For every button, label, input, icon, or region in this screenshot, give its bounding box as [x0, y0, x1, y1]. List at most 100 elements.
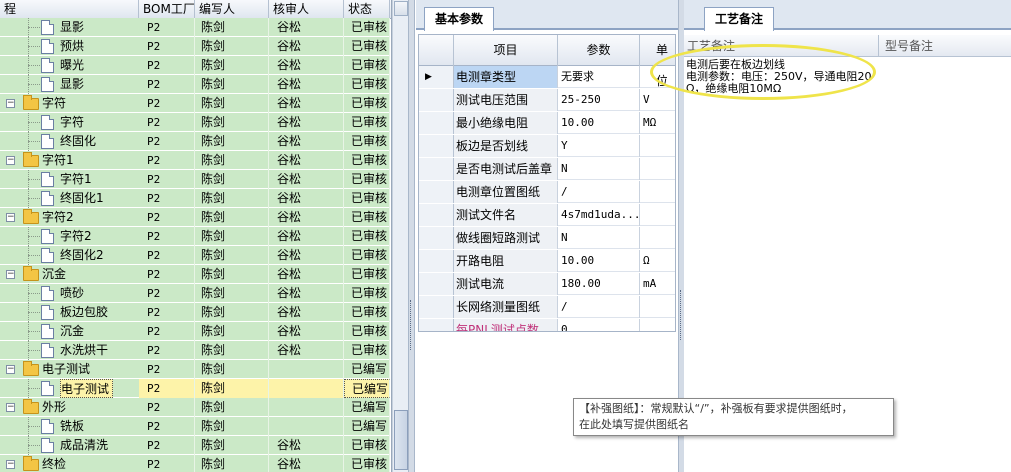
- tree-folder-row[interactable]: − 电子测试 P2 陈剑 已编写: [0, 360, 390, 379]
- tree-folder-row[interactable]: − 字符2 P2 陈剑 谷松 已审核: [0, 208, 390, 227]
- tree-connector: [28, 246, 29, 265]
- row-indicator[interactable]: ▶: [419, 66, 454, 88]
- param-value[interactable]: 0: [558, 319, 640, 331]
- collapse-toggle-icon[interactable]: −: [6, 403, 15, 412]
- param-value[interactable]: 无要求: [558, 66, 640, 88]
- row-indicator[interactable]: [419, 181, 454, 203]
- params-grid[interactable]: 项目 参数 单位 ▶ 电测章类型 无要求 测试电压范围 25-250 V 最小绝缘电阻 10.…: [418, 34, 676, 332]
- row-indicator[interactable]: [419, 135, 454, 157]
- collapse-toggle-icon[interactable]: −: [6, 213, 15, 222]
- param-row[interactable]: 每PNL测试点数 0: [419, 319, 675, 331]
- tree-connector: [28, 388, 40, 389]
- tree-folder-row[interactable]: − 外形 P2 陈剑 已编写: [0, 398, 390, 417]
- param-value[interactable]: N: [558, 227, 640, 249]
- param-value[interactable]: 25-250: [558, 89, 640, 111]
- tree-row[interactable]: 终固化2 P2 陈剑 谷松 已审核: [0, 246, 390, 265]
- scroll-thumb[interactable]: [394, 410, 408, 470]
- param-value[interactable]: 10.00: [558, 112, 640, 134]
- col-value-header[interactable]: 参数: [558, 35, 640, 66]
- tree-row[interactable]: 成品清洗 P2 陈剑 谷松 已审核: [0, 436, 390, 455]
- document-icon: [41, 229, 54, 244]
- scroll-up-arrow-icon[interactable]: [394, 1, 408, 16]
- bom-cell: P2: [139, 208, 195, 227]
- tree-row[interactable]: 板边包胶 P2 陈剑 谷松 已审核: [0, 303, 390, 322]
- param-value[interactable]: 180.00: [558, 273, 640, 295]
- row-indicator[interactable]: [419, 296, 454, 318]
- tree-folder-row[interactable]: − 字符 P2 陈剑 谷松 已审核: [0, 94, 390, 113]
- tree-row[interactable]: 电子测试 P2 陈剑 已编写: [0, 379, 390, 398]
- collapse-toggle-icon[interactable]: −: [6, 156, 15, 165]
- col-bom-header[interactable]: BOM工厂: [139, 0, 195, 19]
- tab-basic-params[interactable]: 基本参数: [424, 7, 495, 31]
- tree-row[interactable]: 水洗烘干 P2 陈剑 谷松 已审核: [0, 341, 390, 360]
- tree-connector: [28, 445, 40, 446]
- param-row[interactable]: ▶ 电测章类型 无要求: [419, 66, 675, 88]
- row-indicator[interactable]: [419, 204, 454, 226]
- param-row[interactable]: 测试电流 180.00 mA: [419, 273, 675, 295]
- param-row[interactable]: 电测章位置图纸 /: [419, 181, 675, 203]
- param-value[interactable]: 10.00: [558, 250, 640, 272]
- param-value[interactable]: /: [558, 181, 640, 203]
- tree-folder-row[interactable]: − 沉金 P2 陈剑 谷松 已审核: [0, 265, 390, 284]
- col-item-header[interactable]: 项目: [454, 35, 558, 66]
- param-row[interactable]: 开路电阻 10.00 Ω: [419, 250, 675, 272]
- row-indicator[interactable]: [419, 319, 454, 331]
- tree-row[interactable]: 沉金 P2 陈剑 谷松 已审核: [0, 322, 390, 341]
- row-indicator[interactable]: [419, 250, 454, 272]
- collapse-toggle-icon[interactable]: −: [6, 460, 15, 469]
- col-model-notes-header[interactable]: 型号备注: [882, 35, 1011, 57]
- tree-folder-row[interactable]: − 终检 P2 陈剑 谷松 已审核: [0, 455, 390, 472]
- tab-process-notes[interactable]: 工艺备注: [704, 7, 775, 31]
- row-indicator[interactable]: [419, 89, 454, 111]
- col-reviewer-header[interactable]: 核审人: [269, 0, 344, 19]
- tree-row[interactable]: 字符 P2 陈剑 谷松 已审核: [0, 113, 390, 132]
- reviewer-cell: 谷松: [269, 246, 344, 265]
- tree-row[interactable]: 字符2 P2 陈剑 谷松 已审核: [0, 227, 390, 246]
- folder-icon: [23, 95, 39, 110]
- param-row[interactable]: 测试电压范围 25-250 V: [419, 89, 675, 111]
- tree-row[interactable]: 曝光 P2 陈剑 谷松 已审核: [0, 56, 390, 75]
- left-splitter[interactable]: [408, 0, 415, 472]
- author-cell: 陈剑: [195, 265, 269, 284]
- row-indicator[interactable]: [419, 227, 454, 249]
- tree-node-label: 曝光: [60, 58, 85, 72]
- tree-row[interactable]: 预烘 P2 陈剑 谷松 已审核: [0, 37, 390, 56]
- row-indicator[interactable]: [419, 112, 454, 134]
- row-indicator[interactable]: [419, 273, 454, 295]
- param-row[interactable]: 测试文件名 4s7md1uda...: [419, 204, 675, 226]
- param-value[interactable]: /: [558, 296, 640, 318]
- tree-row[interactable]: 终固化1 P2 陈剑 谷松 已审核: [0, 189, 390, 208]
- tree-folder-row[interactable]: − 字符1 P2 陈剑 谷松 已审核: [0, 151, 390, 170]
- row-indicator[interactable]: [419, 158, 454, 180]
- param-value[interactable]: Y: [558, 135, 640, 157]
- document-icon: [41, 115, 54, 130]
- param-row[interactable]: 最小绝缘电阻 10.00 MΩ: [419, 112, 675, 134]
- process-tree-grid[interactable]: 程 BOM工厂 编写人 核审人 状态 显影 P2 陈剑 谷松 已审核 预烘 P2 陈剑 谷松 已审…: [0, 0, 392, 472]
- param-value[interactable]: 4s7md1uda...: [558, 204, 640, 226]
- collapse-toggle-icon[interactable]: −: [6, 365, 15, 374]
- tree-row[interactable]: 字符1 P2 陈剑 谷松 已审核: [0, 170, 390, 189]
- param-value[interactable]: N: [558, 158, 640, 180]
- author-cell: 陈剑: [195, 455, 269, 472]
- tree-row[interactable]: 显影 P2 陈剑 谷松 已审核: [0, 18, 390, 37]
- col-status-header[interactable]: 状态: [344, 0, 390, 19]
- param-row[interactable]: 板边是否划线 Y: [419, 135, 675, 157]
- collapse-toggle-icon[interactable]: −: [6, 99, 15, 108]
- param-row[interactable]: 做线圈短路测试 N: [419, 227, 675, 249]
- splitter-grip-icon: [410, 300, 413, 350]
- col-process-header[interactable]: 程: [0, 0, 139, 19]
- author-cell: 陈剑: [195, 132, 269, 151]
- tree-scrollbar[interactable]: [392, 0, 408, 472]
- param-row[interactable]: 长网络测量图纸 /: [419, 296, 675, 318]
- tree-row[interactable]: 显影 P2 陈剑 谷松 已审核: [0, 75, 390, 94]
- tree-row[interactable]: 铣板 P2 陈剑 已编写: [0, 417, 390, 436]
- author-cell: 陈剑: [195, 303, 269, 322]
- collapse-toggle-icon[interactable]: −: [6, 270, 15, 279]
- tree-row[interactable]: 终固化 P2 陈剑 谷松 已审核: [0, 132, 390, 151]
- param-row[interactable]: 是否电测试后盖章 N: [419, 158, 675, 180]
- tree-row[interactable]: 喷砂 P2 陈剑 谷松 已审核: [0, 284, 390, 303]
- status-cell: 已审核: [344, 132, 390, 151]
- tree-connector: [28, 198, 40, 199]
- col-author-header[interactable]: 编写人: [195, 0, 269, 19]
- tree-node-label: 字符1: [42, 153, 74, 167]
